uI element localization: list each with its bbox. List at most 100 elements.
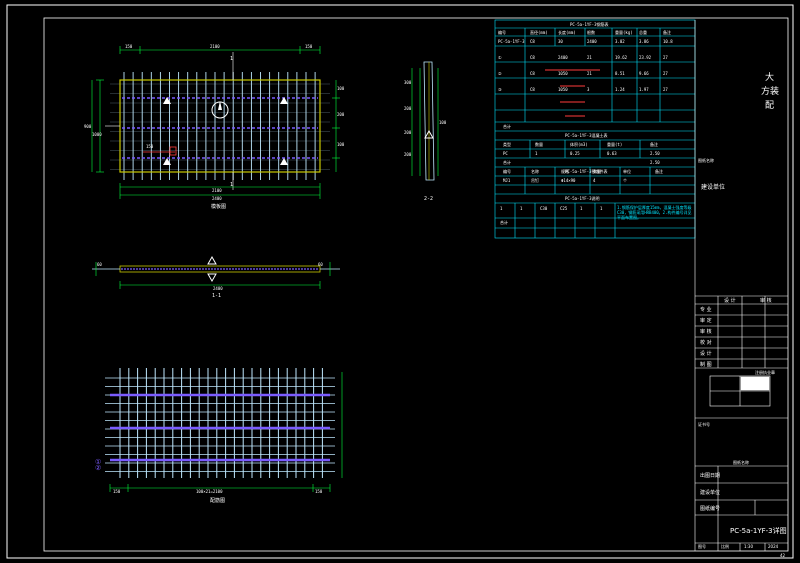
rebar-head-cell: 长度(mm) xyxy=(558,30,576,35)
rebar-cell: 1.24 xyxy=(615,87,625,92)
concrete-cell: 合计 xyxy=(503,160,511,165)
field-a: 图纸名称 xyxy=(733,460,749,465)
side-caption: 2-2 xyxy=(424,196,434,202)
rebar-caption: 配筋图 xyxy=(210,498,226,504)
embed-head-cell: 规格 xyxy=(561,169,569,174)
table-embed-title: PC-5a-1YF-3预埋件表 xyxy=(565,169,608,174)
side-dim-5: 100 xyxy=(439,120,447,125)
rebar-cell: 21 xyxy=(587,55,592,60)
plan-dim-bottom-1: 2100 xyxy=(212,188,222,193)
concrete-cell: 0.25 xyxy=(570,151,580,156)
tb-row-label: 审 定 xyxy=(700,318,712,324)
rebar-dim-right: 150 xyxy=(315,489,323,494)
plan-dim-left-2: 1000 xyxy=(92,132,102,137)
tb-header-right: 审 核 xyxy=(760,298,772,304)
company-line-2: 方装 xyxy=(761,87,780,97)
rebar-cell: 30 xyxy=(558,39,563,44)
rebar-view xyxy=(105,368,343,492)
embed-head-cell: 单位 xyxy=(623,169,631,174)
plan-dim-right-2: 200 xyxy=(337,112,345,117)
embed-cell: Φ14×90 xyxy=(561,178,576,183)
table-rebar-title: PC-5a-1YF-3钢筋表 xyxy=(570,22,609,27)
rebar-cell: 3 xyxy=(587,87,590,92)
rebar-cell: 27 xyxy=(663,87,668,92)
notes-cell: C25 xyxy=(560,206,568,211)
table-notes-title: PC-5a-1YF-3说明 xyxy=(565,196,600,201)
notes-cell: 1 xyxy=(600,206,603,211)
tb-row-label: 设 计 xyxy=(700,351,712,357)
notes-cell: 1 xyxy=(580,206,583,211)
section-dim-bottom: 2400 xyxy=(213,286,223,291)
rebar-cell: 3.86 xyxy=(639,39,649,44)
rebar-cell: 3.02 xyxy=(615,39,625,44)
company-line-3: 配 xyxy=(765,101,775,111)
plan-section-mark-top: 1 xyxy=(230,56,234,62)
embed-cell: 个 xyxy=(623,178,627,183)
tb-bottom-2: 1:30 xyxy=(744,544,753,549)
rebar-cell: 27 xyxy=(663,71,668,76)
notes-cell: 合计 xyxy=(500,220,508,225)
plan-dim-left-1: 900 xyxy=(84,124,92,129)
embed-head-cell: 备注 xyxy=(655,169,663,174)
table-concrete-title: PC-5a-1YF-3混凝土表 xyxy=(565,133,608,138)
concrete-cell: PC xyxy=(503,151,508,156)
rebar-cell: 2400 xyxy=(558,55,568,60)
rebar-head-cell: 总重 xyxy=(639,30,647,35)
table-rebar-total: 合计 xyxy=(503,124,511,129)
side-dim-2: 200 xyxy=(404,106,412,111)
concrete-head-cell: 数量 xyxy=(535,142,543,147)
concrete-head-cell: 类型 xyxy=(503,142,511,147)
rebar-cell: ② xyxy=(498,71,502,76)
tb-header-left: 设 计 xyxy=(724,298,736,304)
rebar-cell: 9.66 xyxy=(639,71,649,76)
section-dim-left: 60 xyxy=(97,262,102,267)
embed-cell: MJ1 xyxy=(503,178,511,183)
notes-cell: 1 xyxy=(500,206,503,211)
field-d: 图纸编号 xyxy=(700,506,721,512)
concrete-cell: 2.50 xyxy=(650,160,660,165)
rebar-cell: 23.92 xyxy=(639,55,652,60)
side-dim-1: 300 xyxy=(404,80,412,85)
rebar-cell: 21 xyxy=(587,71,592,76)
side-dim-4: 200 xyxy=(404,152,412,157)
notes-cell: 1 xyxy=(520,206,523,211)
project-label: 图纸名称 xyxy=(698,158,714,163)
embed-head-cell: 编号 xyxy=(503,169,511,174)
concrete-head-cell: 重量(t) xyxy=(607,142,623,147)
rebar-head-cell: 重量(kg) xyxy=(615,30,633,35)
embed-cell: 4 xyxy=(593,178,596,183)
embed-head-cell: 名称 xyxy=(531,169,539,174)
plan-dim-top-mid: 2100 xyxy=(210,44,220,49)
field-c: 建设单位 xyxy=(700,490,721,496)
rebar-cell: 27 xyxy=(663,55,668,60)
section-dim-right: 60 xyxy=(318,262,323,267)
lift-point-icon xyxy=(280,158,288,165)
rebar-dim-mid: 100×21=2100 xyxy=(196,489,223,494)
tb-bottom-1: 比例 xyxy=(721,544,729,549)
tb-row-label: 专 业 xyxy=(700,307,712,313)
field-b: 出图日期 xyxy=(700,473,721,479)
rebar-cell: ① xyxy=(498,55,502,60)
plan-dim-right-3: 100 xyxy=(337,142,345,147)
rebar-head-cell: 编号 xyxy=(498,30,506,35)
tables-text: PC-5a-1YF-3钢筋表 编号 直径(mm) 长度(mm) 根数 重量(kg) 总重备… xyxy=(495,20,695,238)
rebar-head-cell: 备注 xyxy=(663,30,671,35)
rebar-cell: 8.51 xyxy=(615,71,625,76)
stamp-label: 注册执业章 xyxy=(755,370,775,375)
rebar-marker-2: ② xyxy=(95,464,102,472)
plan-callout: 150 xyxy=(146,144,154,149)
rebar-cell: ③ xyxy=(498,87,502,92)
rebar-cell: C8 xyxy=(530,39,535,44)
drawing-name: PC-5a-1YF-3详图 xyxy=(730,527,787,535)
cert-label: 证书号 xyxy=(698,422,710,427)
rebar-cell: 10.8 xyxy=(663,39,673,44)
rebar-cell: C8 xyxy=(530,55,535,60)
embed-head-cell: 数量 xyxy=(593,169,601,174)
side-dim-3: 200 xyxy=(404,130,412,135)
plan-dim-right-1: 100 xyxy=(337,86,345,91)
lift-point-icon xyxy=(280,97,288,104)
table-notes-text: 1.钢筋保护层厚度15mm，混凝土强度等级C30，钢筋采用HRB400。2.构件… xyxy=(617,205,692,220)
rebar-dim-left: 150 xyxy=(113,489,121,494)
plan-view xyxy=(91,46,340,199)
side-view xyxy=(411,61,439,181)
